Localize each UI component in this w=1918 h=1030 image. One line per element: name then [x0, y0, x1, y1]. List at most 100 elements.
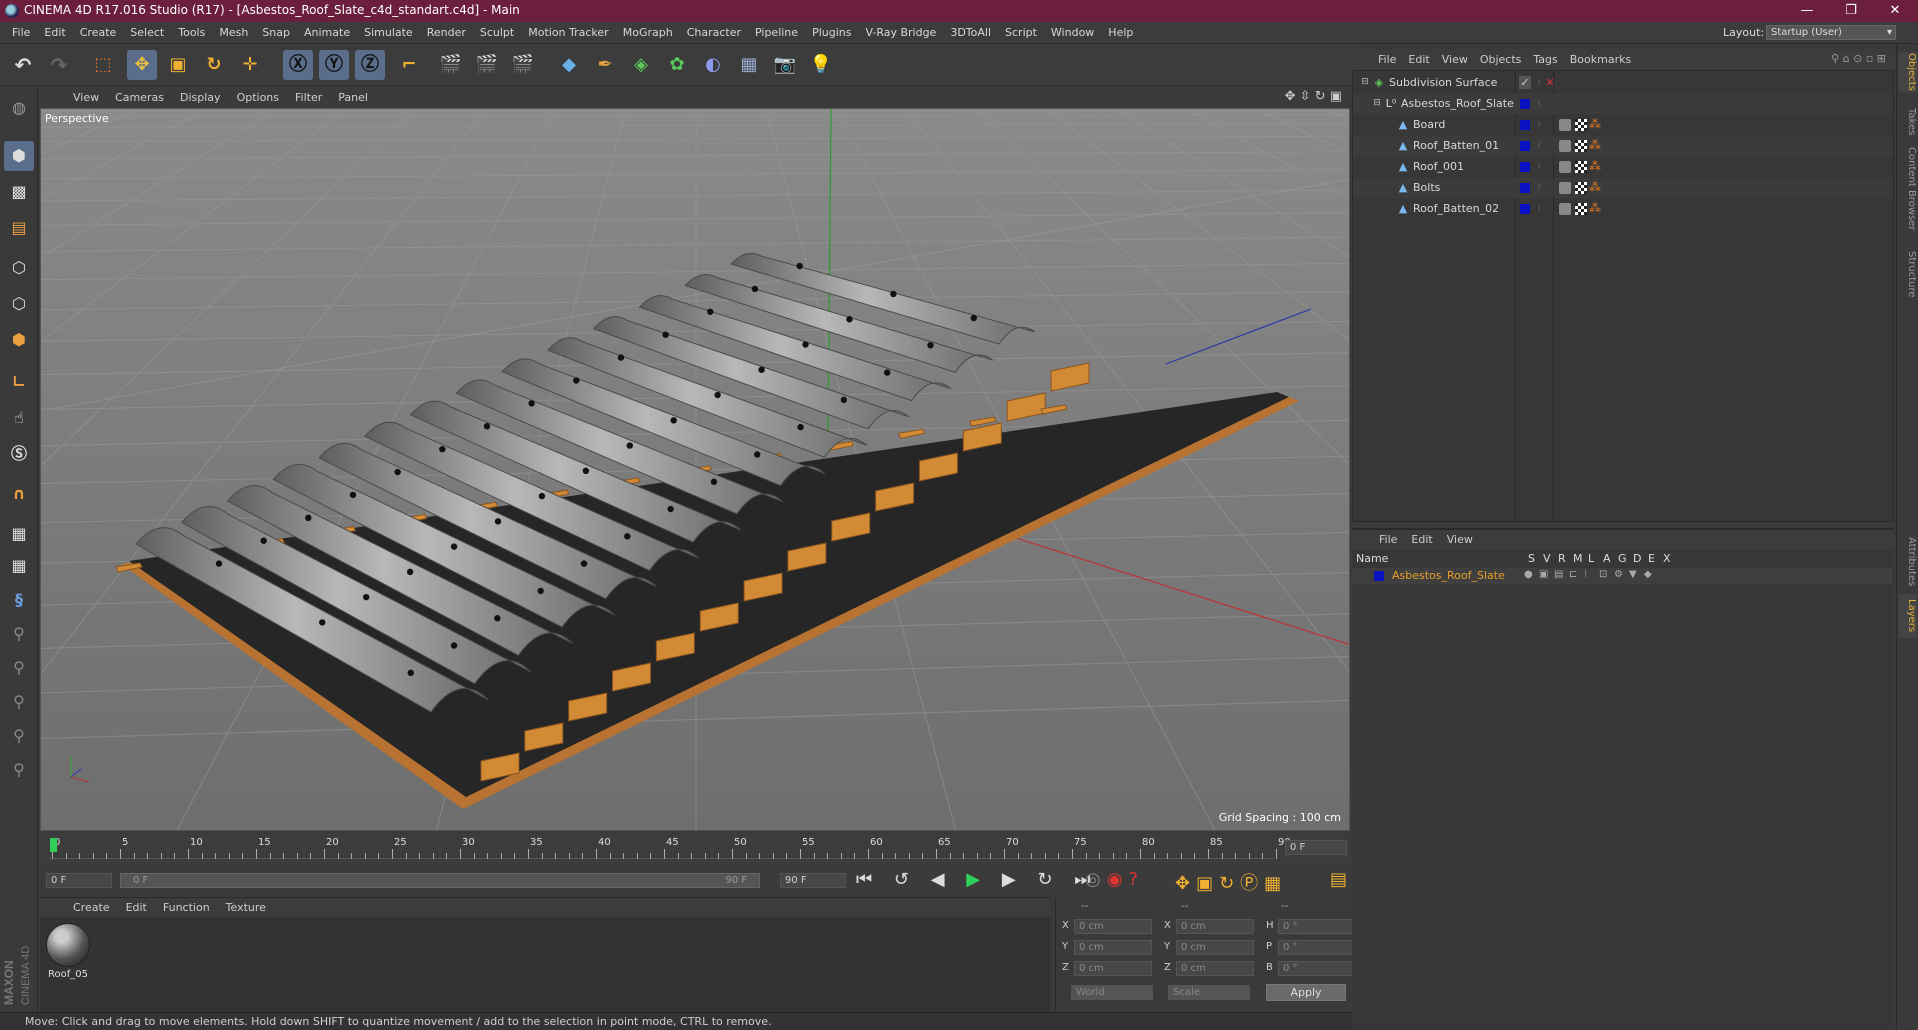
uvw-tag-icon[interactable]	[1575, 203, 1587, 215]
layer-color-swatch[interactable]	[1520, 204, 1530, 214]
menu-render[interactable]: Render	[420, 22, 473, 44]
phong-tag-icon[interactable]	[1559, 119, 1571, 131]
timeline-window-button[interactable]: ▤	[1330, 869, 1347, 890]
object-row[interactable]: ▲ Board ⁝ ⁂	[1353, 115, 1893, 135]
rotate-tool-button[interactable]: ↻	[199, 50, 229, 80]
coordinate-system-button[interactable]: ⌐	[394, 50, 424, 80]
lock-workplane-button[interactable]: ▦	[4, 519, 34, 549]
menu-tools[interactable]: Tools	[171, 22, 212, 44]
cube-object-button[interactable]: ◆	[554, 50, 584, 80]
menu-simulate[interactable]: Simulate	[357, 22, 420, 44]
uvw-tag-icon[interactable]	[1575, 161, 1587, 173]
layer-column-a[interactable]: A	[1603, 552, 1611, 565]
menu-mesh[interactable]: Mesh	[212, 22, 255, 44]
layer-color-swatch[interactable]	[1520, 141, 1530, 151]
material-menu-edit[interactable]: Edit	[118, 898, 155, 918]
menu-motion-tracker[interactable]: Motion Tracker	[521, 22, 615, 44]
coordinate-value-field[interactable]: 0 cm	[1074, 940, 1152, 955]
playhead-marker[interactable]	[50, 838, 57, 852]
scale-tool-button[interactable]: ▣	[163, 50, 193, 80]
material-swatch[interactable]: Roof_05	[44, 921, 92, 991]
layer-flag-icon[interactable]: ⊏	[1569, 569, 1577, 580]
layer-flag-icon[interactable]: ⁝	[1584, 569, 1587, 580]
side-tab-content-browser[interactable]: Content Browser	[1899, 144, 1917, 234]
phong-tag-icon[interactable]	[1559, 140, 1571, 152]
viewport-menu-filter[interactable]: Filter	[287, 87, 330, 108]
layer-flag-icon[interactable]: ●	[1524, 569, 1533, 580]
layer-flag-icon[interactable]: ▼	[1629, 569, 1637, 580]
move-tool-button[interactable]: ✥	[127, 50, 157, 80]
expand-toggle-icon[interactable]	[1383, 181, 1395, 194]
minimize-button[interactable]: —	[1784, 0, 1830, 22]
side-tab-objects[interactable]: Objects	[1899, 52, 1917, 92]
mograph-cloner-button[interactable]: ✿	[662, 50, 692, 80]
layer-flag-icon[interactable]: ▤	[1554, 569, 1563, 580]
viewport-nav-icons[interactable]: ✥ ⇳ ↻ ▣	[1285, 89, 1342, 104]
object-row[interactable]: ▲ Roof_001 ⁝ ⁂	[1353, 157, 1893, 177]
layer-color-swatch[interactable]	[1520, 99, 1530, 109]
layer-menu-view[interactable]: View	[1440, 530, 1480, 550]
spline-pen-button[interactable]: ✒	[590, 50, 620, 80]
layer-flag-icon[interactable]: ⊡	[1599, 569, 1607, 580]
coordinate-value-field[interactable]: 0 cm	[1074, 919, 1152, 934]
expand-toggle-icon[interactable]: ⊟	[1371, 97, 1383, 110]
layout-dropdown[interactable]: Startup (User) ▾	[1766, 25, 1896, 40]
menu-script[interactable]: Script	[998, 22, 1044, 44]
make-editable-button[interactable]: ◍	[4, 93, 34, 123]
visibility-dots-icon[interactable]: ⁝	[1533, 118, 1545, 131]
z-axis-button[interactable]: Ⓩ	[355, 50, 385, 80]
uvw-tag-icon[interactable]	[1575, 140, 1587, 152]
object-menu-objects[interactable]: Objects	[1474, 50, 1528, 70]
material-menu-create[interactable]: Create	[65, 898, 118, 918]
layer-column-m[interactable]: M	[1573, 552, 1583, 565]
visibility-dots-icon[interactable]: ⁝	[1533, 97, 1545, 110]
menu-snap[interactable]: Snap	[255, 22, 297, 44]
enable-check-icon[interactable]: ✓	[1519, 76, 1531, 89]
menu-character[interactable]: Character	[680, 22, 748, 44]
preview-range-slider[interactable]: 0 F 90 F	[120, 873, 760, 888]
menu-pipeline[interactable]: Pipeline	[748, 22, 805, 44]
end-frame-field[interactable]: 90 F	[780, 873, 846, 888]
expand-toggle-icon[interactable]	[1383, 160, 1395, 173]
layer-flag-icon[interactable]: ⚙	[1614, 569, 1623, 580]
coordinate-value-field[interactable]: 0 cm	[1176, 940, 1254, 955]
side-tab-layers[interactable]: Layers	[1899, 594, 1917, 638]
viewport-menu-cameras[interactable]: Cameras	[107, 87, 172, 108]
layer-color-swatch[interactable]	[1374, 571, 1384, 581]
layer-column-x[interactable]: X	[1663, 552, 1671, 565]
render-view-button[interactable]: 🎬	[436, 50, 466, 80]
magnet-button[interactable]: ∩	[4, 479, 34, 509]
layer-flag-icon[interactable]: ▣	[1539, 569, 1548, 580]
live-selection-button[interactable]: ⬚	[88, 50, 118, 80]
object-manager-toolbar-icons[interactable]: ⚲ ⌂ ⊙ ▫ ⊞	[1831, 52, 1886, 65]
autokey-track-buttons[interactable]: ✥▣↻Ⓟ▦	[1175, 869, 1287, 895]
transform-mode-dropdown[interactable]: Scale	[1168, 985, 1250, 1000]
sculpt-tool-1-button[interactable]: ⚲	[4, 619, 34, 649]
maximize-button[interactable]: ❐	[1828, 0, 1874, 22]
sculpt-tool-2-button[interactable]: ⚲	[4, 653, 34, 683]
menu-v-ray-bridge[interactable]: V-Ray Bridge	[858, 22, 943, 44]
close-button[interactable]: ✕	[1872, 0, 1918, 22]
expand-toggle-icon[interactable]	[1383, 118, 1395, 131]
deformer-button[interactable]: ◐	[698, 50, 728, 80]
coordinate-value-field[interactable]: 0 cm	[1176, 961, 1254, 976]
visibility-dots-icon[interactable]: ⁝	[1533, 160, 1545, 173]
start-frame-field[interactable]: 0 F	[46, 873, 112, 888]
object-row[interactable]: ⊟ ◈ Subdivision Surface ⁝ ✓ ✕	[1353, 73, 1893, 93]
object-row[interactable]: ⊟ L⁰ Asbestos_Roof_Slate ⁝	[1353, 94, 1893, 114]
side-tab-takes[interactable]: Takes	[1899, 104, 1917, 140]
layer-menu-edit[interactable]: Edit	[1404, 530, 1439, 550]
sculpt-tool-3-button[interactable]: ⚲	[4, 687, 34, 717]
snapping-button[interactable]: Ⓢ	[4, 439, 34, 469]
current-frame-field[interactable]: 0 F	[1285, 840, 1347, 855]
layer-column-d[interactable]: D	[1633, 552, 1641, 565]
menu-create[interactable]: Create	[73, 22, 124, 44]
material-tag-icon[interactable]: ⁂	[1589, 181, 1601, 194]
layer-row[interactable]: Asbestos_Roof_Slate ● ▣ ▤ ⊏ ⁝ ⊡ ⚙ ▼ ◆	[1352, 568, 1892, 584]
menu-mograph[interactable]: MoGraph	[616, 22, 680, 44]
model-mode-button[interactable]: ⬢	[4, 141, 34, 171]
coordinate-value-field[interactable]: 0 cm	[1176, 919, 1254, 934]
timeline-ruler[interactable]: 051015202530354045505560657075808590 0 F	[40, 833, 1350, 863]
visibility-dots-icon[interactable]: ⁝	[1533, 181, 1545, 194]
viewport-menu-view[interactable]: View	[65, 87, 107, 108]
